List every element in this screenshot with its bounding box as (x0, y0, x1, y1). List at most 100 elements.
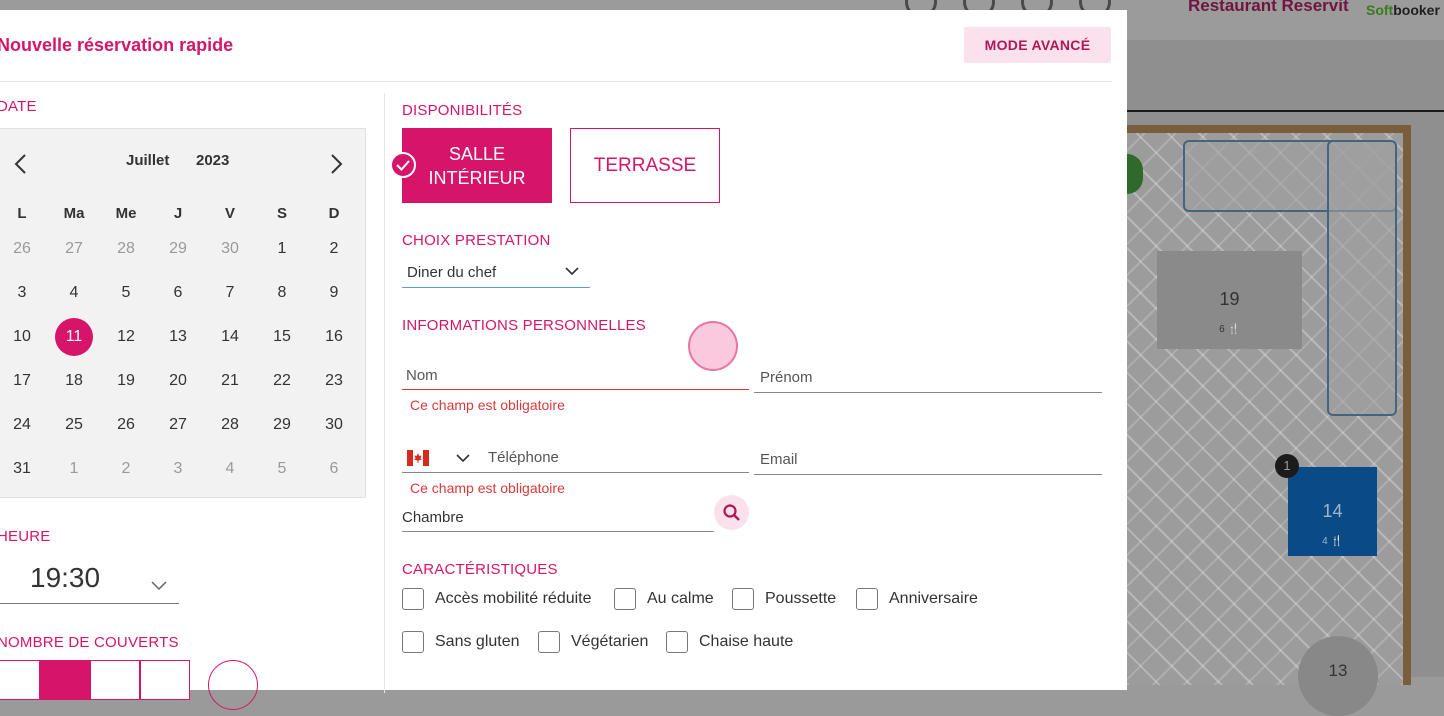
covers-option[interactable] (0, 660, 40, 700)
calendar-day[interactable]: 17 (0, 359, 48, 403)
calendar-month[interactable]: Juillet (126, 152, 169, 169)
background-divider (1127, 110, 1444, 112)
calendar-weekday: L (17, 204, 27, 222)
calendar-day[interactable]: 31 (0, 447, 48, 491)
checkbox-chaise-haute[interactable]: Chaise haute (666, 631, 793, 653)
calendar-day[interactable]: 24 (0, 403, 48, 447)
calendar-day-label: 1 (69, 460, 79, 477)
calendar-day[interactable]: 27 (152, 403, 204, 447)
covers-option[interactable] (140, 660, 190, 700)
checkbox-poussette[interactable]: Poussette (732, 588, 836, 610)
covers-more-button[interactable] (208, 660, 258, 710)
calendar-day[interactable]: 5 (100, 271, 152, 315)
calendar-day-label: 27 (169, 416, 187, 433)
calendar-year[interactable]: 2023 (196, 152, 229, 169)
room-field[interactable]: Chambre (402, 504, 714, 532)
calendar-day[interactable]: 3 (152, 447, 204, 491)
next-month-button[interactable] (326, 152, 346, 176)
calendar-day[interactable]: 20 (152, 359, 204, 403)
calendar-day[interactable]: 21 (204, 359, 256, 403)
cutlery-icon: 🍴 (1227, 324, 1240, 335)
calendar-day[interactable]: 30 (204, 227, 256, 271)
calendar-day[interactable]: 29 (256, 403, 308, 447)
calendar-day[interactable]: 4 (204, 447, 256, 491)
checkbox[interactable] (732, 588, 754, 610)
covers-option-selected[interactable] (40, 660, 90, 700)
checkbox[interactable] (402, 588, 424, 610)
calendar-day[interactable]: 6 (152, 271, 204, 315)
chevron-down-icon[interactable] (150, 578, 168, 592)
calendar-day-label: 6 (329, 460, 339, 477)
calendar-day[interactable]: 10 (0, 315, 48, 359)
calendar-day[interactable]: 2 (100, 447, 152, 491)
column-divider (384, 93, 385, 693)
covers-option[interactable] (90, 660, 140, 700)
calendar-day-label: 3 (173, 460, 183, 477)
checkbox-vegetarien[interactable]: Végétarien (538, 631, 648, 653)
checkbox[interactable] (666, 631, 688, 653)
calendar-day-selected[interactable]: 11 (48, 315, 100, 359)
calendar-day[interactable]: 28 (204, 403, 256, 447)
area-salle-interieur-button[interactable]: SALLE INTÉRIEUR (402, 128, 552, 203)
advanced-mode-button[interactable]: MODE AVANCÉ (964, 27, 1111, 63)
calendar-day[interactable]: 8 (256, 271, 308, 315)
calendar-day[interactable]: 26 (0, 227, 48, 271)
area-terrasse-button[interactable]: TERRASSE (570, 128, 720, 203)
calendar-day[interactable]: 30 (308, 403, 360, 447)
calendar-day[interactable]: 26 (100, 403, 152, 447)
calendar-day-label: 5 (121, 284, 131, 301)
table-capacity: 4 🍴 (1322, 536, 1343, 547)
calendar-day[interactable]: 5 (256, 447, 308, 491)
calendar-day[interactable]: 1 (48, 447, 100, 491)
calendar-day[interactable]: 23 (308, 359, 360, 403)
checkbox-label: Anniversaire (889, 590, 978, 607)
country-select[interactable] (407, 450, 471, 466)
checkbox-au-calme[interactable]: Au calme (614, 588, 714, 610)
hour-select[interactable]: 19:30 (30, 562, 100, 594)
calendar-day-label: 22 (273, 372, 291, 389)
calendar-day[interactable]: 2 (308, 227, 360, 271)
calendar-day[interactable]: 14 (204, 315, 256, 359)
phone-field[interactable]: Téléphone (402, 444, 749, 473)
last-name-placeholder: Nom (406, 367, 438, 384)
table-13[interactable]: 13 (1298, 636, 1378, 716)
checkbox[interactable] (402, 631, 424, 653)
calendar-day[interactable]: 29 (152, 227, 204, 271)
checkbox[interactable] (538, 631, 560, 653)
room-search-button[interactable] (714, 495, 749, 530)
email-field[interactable]: Email (754, 445, 1102, 475)
calendar-day[interactable]: 3 (0, 271, 48, 315)
calendar-day[interactable]: 18 (48, 359, 100, 403)
calendar-day[interactable]: 13 (152, 315, 204, 359)
calendar-day[interactable]: 27 (48, 227, 100, 271)
checkbox-sans-gluten[interactable]: Sans gluten (402, 631, 520, 653)
calendar-day[interactable]: 22 (256, 359, 308, 403)
checkbox-anniversaire[interactable]: Anniversaire (856, 588, 978, 610)
table-19[interactable]: 19 6 🍴 (1157, 251, 1302, 349)
calendar-day[interactable]: 12 (100, 315, 152, 359)
calendar-day-label: 10 (13, 328, 31, 345)
calendar-day[interactable]: 19 (100, 359, 152, 403)
calendar-day[interactable]: 15 (256, 315, 308, 359)
previous-month-button[interactable] (11, 152, 31, 176)
calendar-day[interactable]: 28 (100, 227, 152, 271)
calendar-day[interactable]: 16 (308, 315, 360, 359)
service-select[interactable]: Diner du chef (402, 258, 590, 288)
checkbox[interactable] (614, 588, 636, 610)
email-placeholder: Email (760, 451, 798, 468)
calendar-day-label: 12 (117, 328, 135, 345)
calendar-day[interactable]: 1 (256, 227, 308, 271)
canada-flag-icon (407, 450, 429, 466)
checkbox-acces-mobilite-reduite[interactable]: Accès mobilité réduite (402, 588, 592, 610)
table-14[interactable]: 14 4 🍴 (1288, 467, 1377, 556)
calendar-day[interactable]: 25 (48, 403, 100, 447)
calendar-day[interactable]: 9 (308, 271, 360, 315)
first-name-field[interactable]: Prénom (754, 363, 1102, 393)
sofa-side (1327, 140, 1397, 416)
calendar-day[interactable]: 6 (308, 447, 360, 491)
checkbox[interactable] (856, 588, 878, 610)
calendar-day-label: 27 (65, 240, 83, 257)
last-name-field[interactable]: Nom (402, 362, 749, 390)
calendar-day[interactable]: 4 (48, 271, 100, 315)
calendar-day[interactable]: 7 (204, 271, 256, 315)
